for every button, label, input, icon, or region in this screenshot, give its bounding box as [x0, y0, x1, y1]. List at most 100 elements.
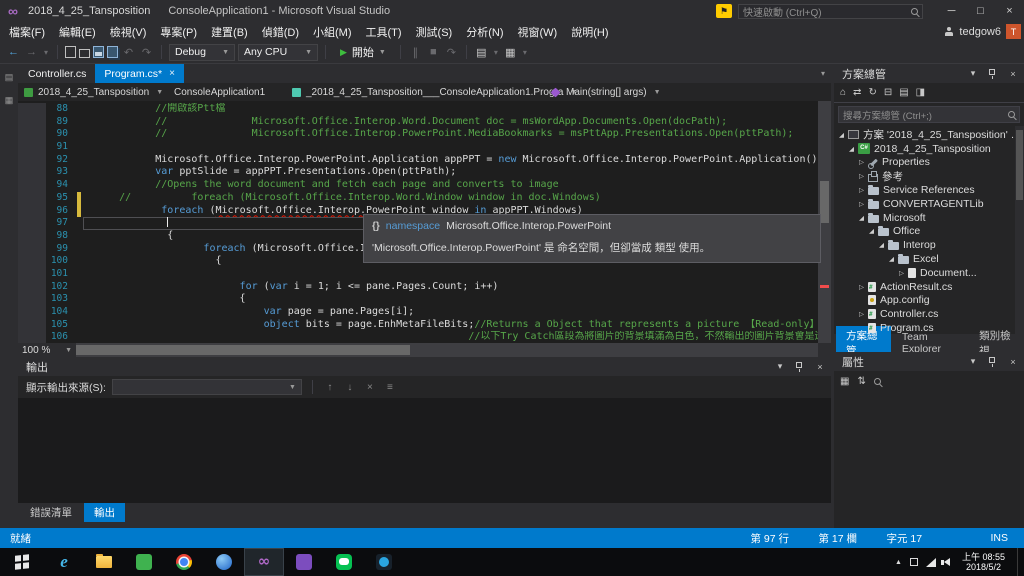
tree-item[interactable]: ◢ 2018_4_25_Tansposition — [834, 142, 1024, 156]
pin-icon[interactable] — [989, 356, 995, 367]
open-file-icon[interactable] — [79, 48, 90, 58]
close-button[interactable]: × — [995, 0, 1024, 22]
save-all-icon[interactable] — [107, 46, 118, 58]
panel-tab[interactable]: 錯誤清單 — [20, 503, 82, 522]
breakpoint-margin[interactable] — [18, 318, 46, 332]
code-line[interactable]: 93 var pptSlide = appPPT.Presentations.O… — [18, 166, 831, 180]
pin-icon[interactable] — [796, 361, 802, 372]
start-taskbar-icon[interactable] — [0, 548, 44, 576]
properties-header[interactable]: 屬性 ▾ × — [834, 352, 1024, 371]
title-bar[interactable]: ∞ 2018_4_25_Tansposition ConsoleApplicat… — [0, 0, 1024, 22]
zoom-control[interactable]: 100 % ▼ — [18, 345, 76, 356]
menu-item[interactable]: 分析(N) — [459, 24, 510, 40]
server-explorer-tab[interactable]: ▤ — [5, 72, 14, 83]
break-all-icon[interactable]: ∥ — [408, 46, 423, 59]
switch-views-icon[interactable]: ⇄ — [853, 87, 861, 98]
code-line[interactable]: 92 Microsoft.Office.Interop.PowerPoint.A… — [18, 153, 831, 167]
tree-item[interactable]: ▷ CONVERTAGENTLib — [834, 197, 1024, 211]
pin-icon[interactable] — [989, 68, 995, 79]
menu-item[interactable]: 專案(P) — [153, 24, 204, 40]
next-message-icon[interactable]: ↓ — [343, 382, 357, 393]
code-text[interactable]: Microsoft.Office.Interop.PowerPoint.Appl… — [83, 154, 831, 167]
tree-expand-icon[interactable]: ▷ — [857, 172, 866, 180]
breakpoint-margin[interactable] — [18, 280, 46, 294]
chevron-down-icon[interactable]: ▾ — [521, 48, 529, 57]
tree-expand-icon[interactable]: ▷ — [857, 200, 866, 208]
tree-scrollbar[interactable] — [1015, 126, 1024, 334]
property-search-icon[interactable] — [873, 377, 881, 385]
window-position-icon[interactable]: ▾ — [966, 68, 980, 79]
panel-tab[interactable]: 輸出 — [84, 502, 125, 522]
menu-item[interactable]: 檢視(V) — [103, 24, 154, 40]
blue-app-taskbar-icon[interactable] — [204, 548, 244, 576]
tree-item[interactable]: ▷ Controller.cs — [834, 307, 1024, 321]
error-marker[interactable] — [820, 284, 829, 288]
network-icon[interactable] — [925, 557, 936, 567]
tree-expand-icon[interactable]: ▷ — [857, 158, 866, 166]
breakpoint-margin[interactable] — [18, 242, 46, 256]
code-line[interactable]: 104 var page = pane.Pages[i]; — [18, 306, 831, 319]
breakpoint-margin[interactable] — [18, 331, 46, 343]
menu-item[interactable]: 工具(T) — [359, 24, 409, 40]
start-debug-button[interactable]: ▶ 開始 ▼ — [333, 44, 393, 60]
code-line[interactable]: 103 { — [18, 293, 831, 306]
code-text[interactable]: // Microsoft.Office.Interop.Word.Documen… — [83, 116, 831, 129]
tree-expand-icon[interactable]: ▷ — [857, 283, 866, 291]
tree-item[interactable]: App.config — [834, 294, 1024, 308]
properties-content[interactable] — [834, 391, 1024, 528]
visual-studio-taskbar-icon[interactable] — [244, 548, 284, 576]
breakpoint-margin[interactable] — [18, 293, 46, 306]
breakpoint-margin[interactable] — [18, 229, 46, 243]
code-line[interactable]: 89 // Microsoft.Office.Interop.Word.Docu… — [18, 115, 831, 129]
chrome-taskbar-icon[interactable] — [164, 548, 204, 576]
new-file-icon[interactable] — [65, 46, 76, 58]
clear-all-icon[interactable]: × — [363, 382, 377, 393]
menu-item[interactable]: 小組(M) — [306, 24, 359, 40]
navigation-dropdown-icon[interactable]: ▾ — [42, 48, 50, 57]
code-text[interactable]: // Microsoft.Office.Interop.PowerPoint.M… — [83, 128, 831, 141]
output-header[interactable]: 輸出 ▾ × — [18, 357, 831, 376]
breakpoint-margin[interactable] — [18, 128, 46, 142]
purple-app-taskbar-icon[interactable] — [284, 548, 324, 576]
menu-item[interactable]: 建置(B) — [204, 24, 255, 40]
breakpoint-margin[interactable] — [18, 306, 46, 319]
stop-debug-icon[interactable]: ■ — [426, 46, 441, 58]
ie-taskbar-icon[interactable] — [44, 548, 84, 576]
volume-icon[interactable] — [940, 558, 950, 566]
code-text[interactable]: object bits = page.EnhMetaFileBits;//Ret… — [83, 319, 831, 332]
project-dropdown[interactable]: 2018_4_25_Tansposition ▼ — [24, 87, 174, 98]
window-position-icon[interactable]: ▾ — [966, 356, 980, 367]
breakpoint-margin[interactable] — [18, 217, 46, 230]
type-dropdown[interactable]: _2018_4_25_Tansposition___ConsoleApplica… — [292, 87, 577, 98]
code-text[interactable] — [83, 141, 831, 154]
user-account[interactable]: tedgow6 T — [944, 24, 1021, 39]
tree-item[interactable]: ◢ Interop — [834, 238, 1024, 252]
tree-item[interactable]: ▷ 參考 — [834, 169, 1024, 183]
close-icon[interactable]: × — [1006, 357, 1020, 367]
navigate-forward-icon[interactable]: → — [24, 46, 39, 58]
properties-icon[interactable]: ◨ — [916, 87, 925, 98]
tray-chevron-up-icon[interactable]: ▲ — [895, 559, 902, 566]
solution-explorer-header[interactable]: 方案總管 ▾ × — [834, 64, 1024, 83]
output-source-dropdown[interactable]: ▼ — [111, 379, 302, 395]
breakpoint-margin[interactable] — [18, 153, 46, 167]
solution-explorer-search[interactable]: 搜尋方案總管 (Ctrl+;) — [838, 106, 1020, 123]
output-content[interactable] — [18, 398, 831, 503]
close-icon[interactable]: × — [813, 362, 827, 372]
tray-app-icon[interactable] — [909, 558, 918, 566]
code-line[interactable]: 90 // Microsoft.Office.Interop.PowerPoin… — [18, 128, 831, 142]
tree-collapse-icon[interactable]: ◢ — [867, 227, 876, 235]
scrollbar-thumb[interactable] — [1016, 130, 1023, 200]
menu-item[interactable]: 說明(H) — [564, 24, 615, 40]
collapse-all-icon[interactable]: ⊟ — [884, 87, 892, 98]
code-text[interactable]: //以下Try Catch區段為將圖片的背景填滿為白色，不然輸出的圖片背景會是透… — [83, 331, 831, 343]
window-position-icon[interactable]: ▾ — [773, 361, 787, 372]
tree-item[interactable]: ◢ Microsoft — [834, 211, 1024, 225]
breakpoint-margin[interactable] — [18, 166, 46, 180]
code-text[interactable] — [83, 268, 831, 281]
show-all-files-icon[interactable]: ▤ — [899, 87, 908, 98]
quick-launch-search[interactable]: 快速啟動 (Ctrl+Q) — [738, 3, 923, 19]
chevron-down-icon[interactable]: ▾ — [492, 48, 500, 57]
tree-item[interactable]: ▷ Service References — [834, 183, 1024, 197]
breakpoint-margin[interactable] — [18, 115, 46, 129]
